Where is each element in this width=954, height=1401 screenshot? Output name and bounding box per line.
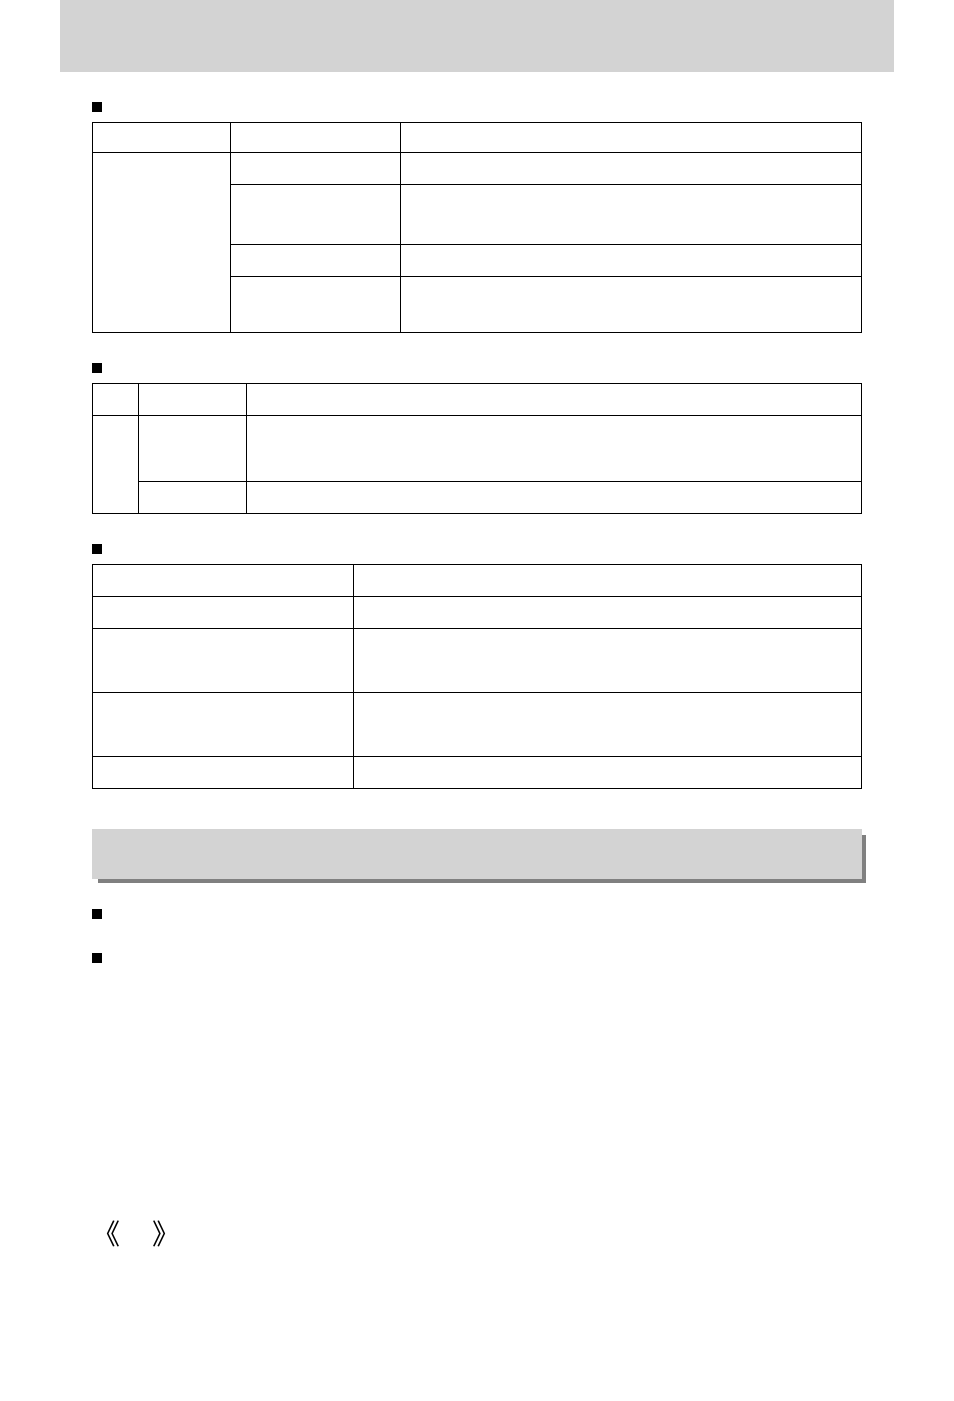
- section-heading-2: [92, 363, 894, 373]
- table-row: [93, 629, 862, 693]
- cell: [231, 185, 400, 245]
- cell: [139, 482, 247, 514]
- cell: [231, 245, 400, 277]
- footer-marks: 《 》: [92, 1213, 862, 1253]
- section-heading-3: [92, 544, 894, 554]
- cell: [400, 277, 861, 333]
- cell: [354, 629, 862, 693]
- table-row: [93, 757, 862, 789]
- table-row: [93, 565, 862, 597]
- cell: [354, 597, 862, 629]
- top-banner: [60, 0, 894, 72]
- double-angle-right-icon: 》: [152, 1220, 180, 1251]
- square-bullet-icon: [92, 544, 102, 554]
- cell: [93, 629, 354, 693]
- square-bullet-icon: [92, 102, 102, 112]
- table-row: [93, 153, 862, 185]
- table-row: [93, 123, 862, 153]
- cell: [400, 123, 861, 153]
- cell: [93, 153, 231, 333]
- cell: [139, 384, 247, 416]
- sub-banner-face: [92, 829, 862, 879]
- cell: [231, 277, 400, 333]
- cell: [246, 384, 861, 416]
- square-bullet-icon: [92, 909, 102, 919]
- cell: [400, 185, 861, 245]
- cell: [246, 482, 861, 514]
- table-row: [93, 384, 862, 416]
- table-2: [92, 383, 862, 514]
- section-heading-4: [92, 909, 894, 919]
- cell: [354, 757, 862, 789]
- cell: [93, 693, 354, 757]
- cell: [93, 565, 354, 597]
- cell: [231, 153, 400, 185]
- table-row: [93, 416, 862, 482]
- table-row: [93, 482, 862, 514]
- cell: [93, 416, 139, 514]
- section-heading-1: [92, 102, 894, 112]
- cell: [93, 123, 231, 153]
- cell: [139, 416, 247, 482]
- table-1: [92, 122, 862, 333]
- double-angle-left-icon: 《: [92, 1220, 120, 1251]
- table-row: [93, 597, 862, 629]
- table-row: [93, 693, 862, 757]
- cell: [354, 565, 862, 597]
- square-bullet-icon: [92, 363, 102, 373]
- section-heading-5: [92, 953, 894, 963]
- cell: [400, 153, 861, 185]
- table-3: [92, 564, 862, 789]
- cell: [93, 757, 354, 789]
- cell: [400, 245, 861, 277]
- cell: [93, 597, 354, 629]
- cell: [354, 693, 862, 757]
- cell: [231, 123, 400, 153]
- cell: [246, 416, 861, 482]
- square-bullet-icon: [92, 953, 102, 963]
- page: 《 》: [0, 0, 954, 1313]
- cell: [93, 384, 139, 416]
- sub-banner: [92, 829, 862, 879]
